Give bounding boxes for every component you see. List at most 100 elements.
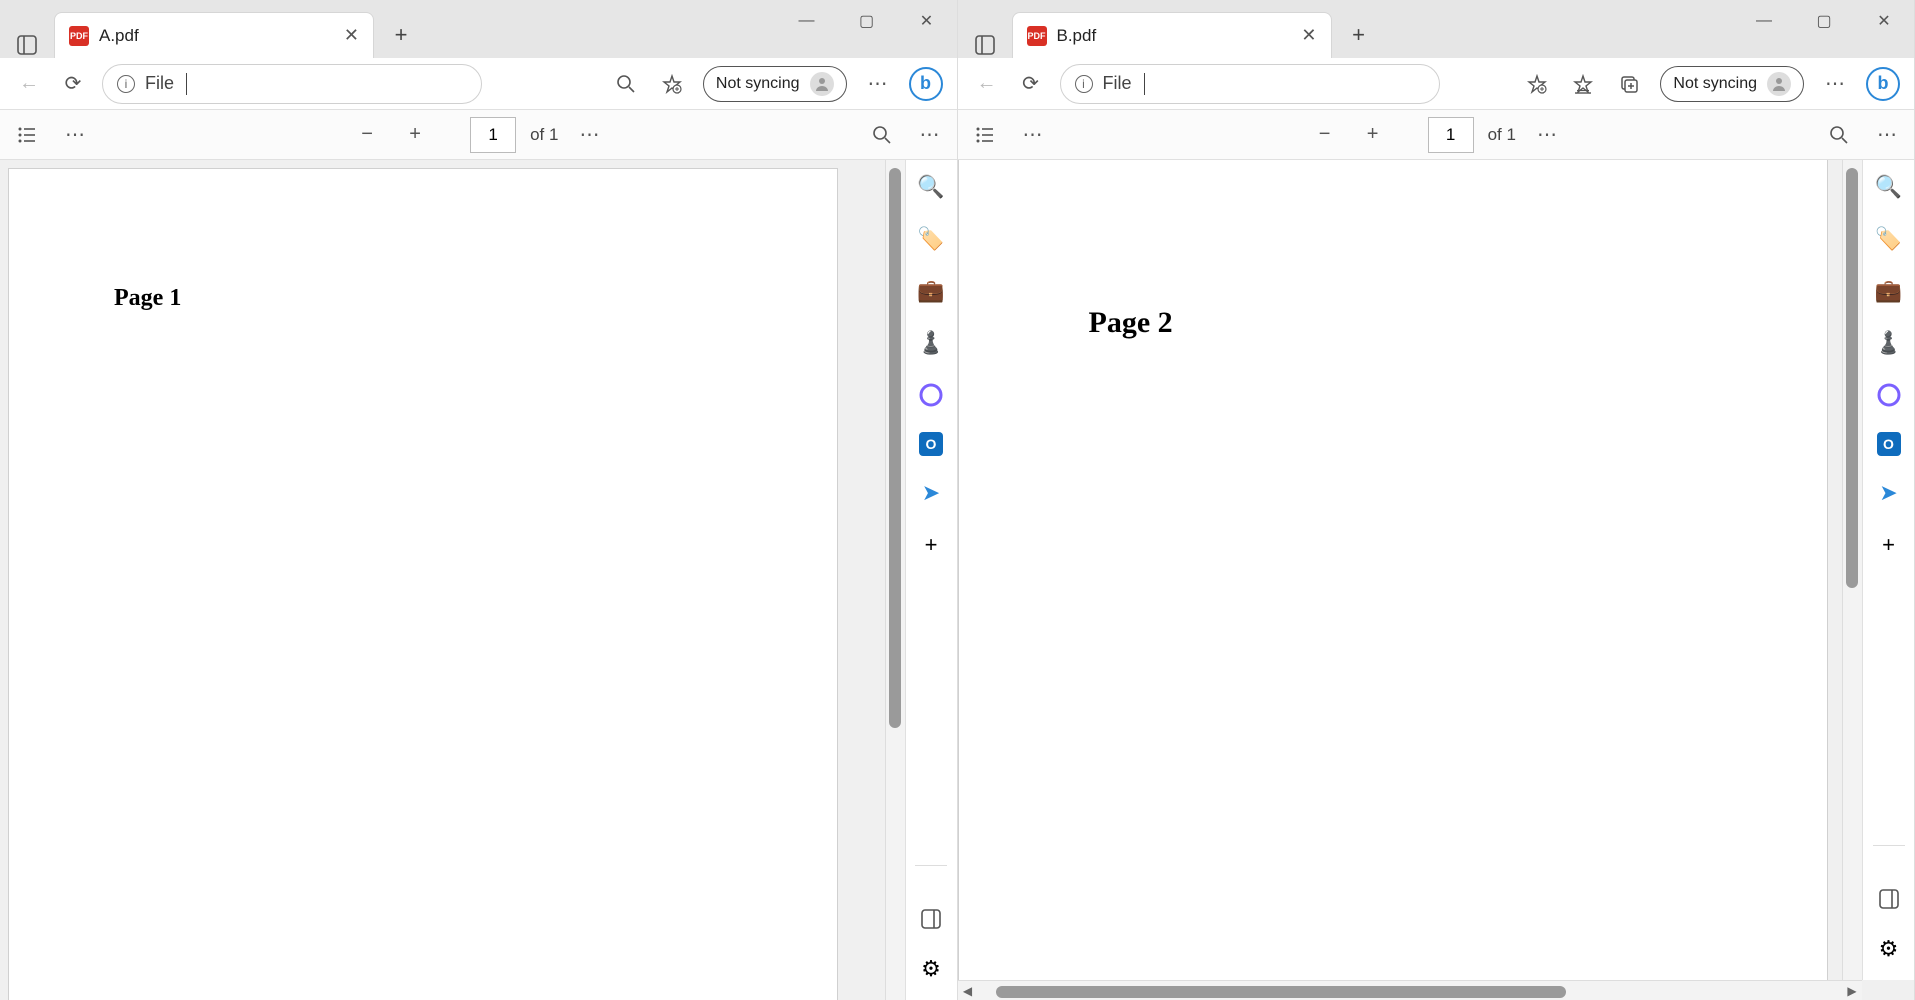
collections-icon[interactable] — [1614, 69, 1644, 99]
page-text: Page 2 — [1089, 306, 1173, 340]
pdf-more-mid-icon[interactable]: ⋯ — [572, 118, 606, 152]
page-total-label: of 1 — [1488, 125, 1516, 145]
sidebar-briefcase-icon[interactable]: 💼 — [1874, 276, 1904, 306]
favorites-hub-icon[interactable] — [1568, 69, 1598, 99]
back-button[interactable]: ← — [14, 69, 44, 99]
close-tab-icon[interactable]: ✕ — [1301, 25, 1316, 46]
maximize-button[interactable]: ▢ — [837, 0, 897, 42]
sidebar-send-icon[interactable]: ➤ — [1874, 478, 1904, 508]
sidebar-settings-icon[interactable]: ⚙ — [1874, 934, 1904, 964]
horizontal-scrollbar[interactable]: ◀ ▶ — [958, 980, 1863, 1000]
pdf-more-left-icon[interactable]: ⋯ — [1016, 118, 1050, 152]
edge-sidebar: 🔍 🏷️ 💼 ♟️ O ➤ + ⚙ — [1862, 160, 1914, 980]
tab-actions-icon[interactable] — [14, 32, 40, 58]
sync-label: Not syncing — [1673, 75, 1757, 93]
zoom-icon[interactable] — [611, 69, 641, 99]
scroll-thumb[interactable] — [1846, 168, 1858, 588]
address-text: File — [145, 73, 174, 94]
outline-icon[interactable] — [968, 118, 1002, 152]
profile-sync-button[interactable]: Not syncing — [703, 66, 847, 102]
close-tab-icon[interactable]: ✕ — [344, 25, 359, 46]
new-tab-button[interactable]: + — [378, 12, 424, 58]
favorite-icon[interactable] — [657, 69, 687, 99]
browser-tab[interactable]: PDF B.pdf ✕ — [1012, 12, 1332, 58]
sidebar-chess-icon[interactable]: ♟️ — [1874, 328, 1904, 358]
zoom-in-button[interactable]: + — [1356, 118, 1390, 152]
page-number-input[interactable] — [1428, 117, 1474, 153]
address-bar: ← ⟳ i File Not syncing ⋯ b — [0, 58, 957, 110]
sidebar-tag-icon[interactable]: 🏷️ — [1874, 224, 1904, 254]
back-button[interactable]: ← — [972, 69, 1002, 99]
find-icon[interactable] — [1822, 118, 1856, 152]
text-cursor — [1144, 73, 1145, 95]
address-field[interactable]: i File — [1060, 64, 1440, 104]
sidebar-panel-icon[interactable] — [1874, 884, 1904, 914]
scroll-right-icon[interactable]: ▶ — [1842, 984, 1862, 998]
profile-sync-button[interactable]: Not syncing — [1660, 66, 1804, 102]
pdf-file-icon: PDF — [69, 26, 89, 46]
sidebar-chess-icon[interactable]: ♟️ — [916, 328, 946, 358]
sidebar-settings-icon[interactable]: ⚙ — [916, 954, 946, 984]
sidebar-panel-icon[interactable] — [916, 904, 946, 934]
outline-icon[interactable] — [10, 118, 44, 152]
pdf-file-icon: PDF — [1027, 26, 1047, 46]
sidebar-briefcase-icon[interactable]: 💼 — [916, 276, 946, 306]
page-number-input[interactable] — [470, 117, 516, 153]
sidebar-outlook-icon[interactable]: O — [919, 432, 943, 456]
reload-button[interactable]: ⟳ — [1016, 69, 1046, 99]
address-bar: ← ⟳ i File Not syncing ⋯ b — [958, 58, 1915, 110]
minimize-button[interactable]: — — [777, 0, 837, 42]
tab-actions-icon[interactable] — [972, 32, 998, 58]
bing-icon[interactable]: b — [909, 67, 943, 101]
browser-tab[interactable]: PDF A.pdf ✕ — [54, 12, 374, 58]
pdf-viewport[interactable]: Page 2 — [958, 160, 1843, 980]
address-field[interactable]: i File — [102, 64, 482, 104]
sidebar-search-icon[interactable]: 🔍 — [916, 172, 946, 202]
pdf-more-right-icon[interactable]: ⋯ — [1870, 118, 1904, 152]
favorite-icon[interactable] — [1522, 69, 1552, 99]
pdf-more-mid-icon[interactable]: ⋯ — [1530, 118, 1564, 152]
site-info-icon[interactable]: i — [117, 75, 135, 93]
close-window-button[interactable]: ✕ — [1854, 0, 1914, 42]
maximize-button[interactable]: ▢ — [1794, 0, 1854, 42]
pdf-page: Page 2 — [958, 160, 1828, 980]
pdf-toolbar: ⋯ − + of 1 ⋯ ⋯ — [0, 110, 957, 160]
profile-avatar-icon — [810, 72, 834, 96]
sidebar-copilot-icon[interactable] — [916, 380, 946, 410]
sidebar-copilot-icon[interactable] — [1874, 380, 1904, 410]
new-tab-button[interactable]: + — [1336, 12, 1382, 58]
vertical-scrollbar[interactable] — [885, 160, 905, 1000]
sync-label: Not syncing — [716, 75, 800, 93]
zoom-out-button[interactable]: − — [350, 118, 384, 152]
zoom-out-button[interactable]: − — [1308, 118, 1342, 152]
more-menu-icon[interactable]: ⋯ — [1820, 69, 1850, 99]
sidebar-search-icon[interactable]: 🔍 — [1874, 172, 1904, 202]
pdf-more-left-icon[interactable]: ⋯ — [58, 118, 92, 152]
title-bar: PDF B.pdf ✕ + — ▢ ✕ — [958, 0, 1915, 58]
more-menu-icon[interactable]: ⋯ — [863, 69, 893, 99]
scroll-thumb[interactable] — [889, 168, 901, 728]
sidebar-outlook-icon[interactable]: O — [1877, 432, 1901, 456]
zoom-in-button[interactable]: + — [398, 118, 432, 152]
tab-title: B.pdf — [1057, 26, 1292, 46]
vertical-scrollbar[interactable] — [1842, 160, 1862, 980]
pdf-more-right-icon[interactable]: ⋯ — [913, 118, 947, 152]
site-info-icon[interactable]: i — [1075, 75, 1093, 93]
find-icon[interactable] — [865, 118, 899, 152]
scroll-thumb[interactable] — [996, 986, 1567, 998]
sidebar-send-icon[interactable]: ➤ — [916, 478, 946, 508]
reload-button[interactable]: ⟳ — [58, 69, 88, 99]
bing-icon[interactable]: b — [1866, 67, 1900, 101]
scroll-left-icon[interactable]: ◀ — [958, 984, 978, 998]
tab-title: A.pdf — [99, 26, 334, 46]
browser-window-left: PDF A.pdf ✕ + — ▢ ✕ ← ⟳ i File — [0, 0, 958, 1000]
page-total-label: of 1 — [530, 125, 558, 145]
sidebar-tag-icon[interactable]: 🏷️ — [916, 224, 946, 254]
sidebar-add-icon[interactable]: + — [916, 530, 946, 560]
sidebar-add-icon[interactable]: + — [1874, 530, 1904, 560]
pdf-viewport[interactable]: Page 1 — [0, 160, 885, 1000]
title-bar: PDF A.pdf ✕ + — ▢ ✕ — [0, 0, 957, 58]
minimize-button[interactable]: — — [1734, 0, 1794, 42]
close-window-button[interactable]: ✕ — [897, 0, 957, 42]
pdf-page: Page 1 — [8, 168, 838, 1000]
